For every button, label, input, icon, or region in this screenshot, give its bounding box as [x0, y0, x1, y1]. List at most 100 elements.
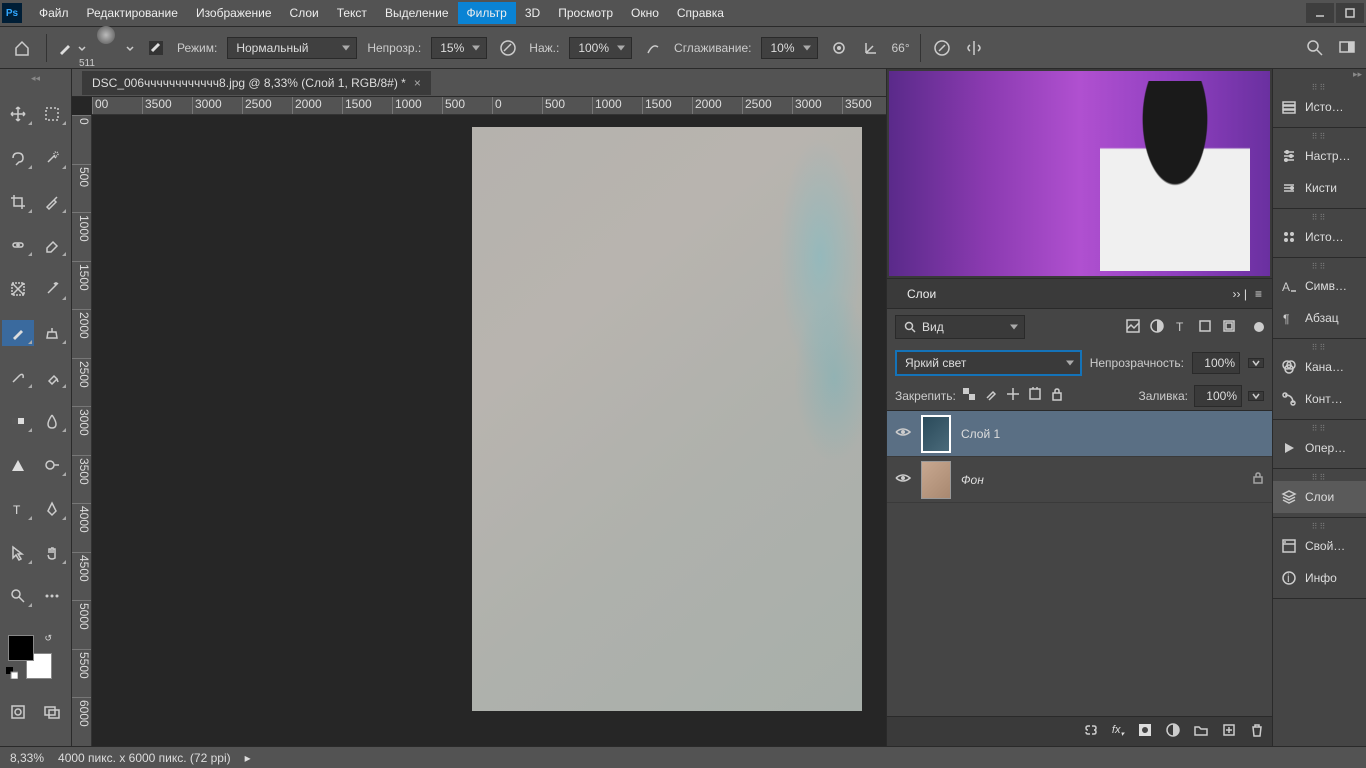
menu-window[interactable]: Окно: [622, 2, 668, 24]
brush-settings-icon[interactable]: [145, 37, 167, 59]
group-icon[interactable]: [1194, 723, 1208, 740]
layer-thumbnail[interactable]: [921, 415, 951, 453]
brush-tool[interactable]: [2, 320, 34, 346]
horizontal-ruler[interactable]: 0035003000250020001500100050005001000150…: [92, 97, 886, 115]
filter-smart-icon[interactable]: [1222, 319, 1236, 336]
filter-pixel-icon[interactable]: [1126, 319, 1140, 336]
smoothing-input[interactable]: 10%: [761, 37, 817, 59]
symmetry-icon[interactable]: [963, 37, 985, 59]
panel-actions[interactable]: Опер…: [1273, 432, 1366, 464]
document-tab[interactable]: DSC_006чччччччччччч8.jpg @ 8,33% (Слой 1…: [82, 71, 431, 95]
menu-select[interactable]: Выделение: [376, 2, 458, 24]
panel-menu-icon[interactable]: ≡: [1255, 287, 1262, 301]
swap-colors-icon[interactable]: ↺: [44, 633, 52, 644]
lasso-tool[interactable]: [2, 145, 34, 171]
filter-type-icon[interactable]: T: [1174, 319, 1188, 336]
layer-item[interactable]: Слой 1: [887, 411, 1272, 457]
panel-paths[interactable]: Конт…: [1273, 383, 1366, 415]
layer-name[interactable]: Фон: [961, 473, 984, 487]
layer-opacity-input[interactable]: 100%: [1192, 352, 1240, 374]
foreground-color[interactable]: [8, 635, 34, 661]
menu-layers[interactable]: Слои: [281, 2, 328, 24]
lock-transparent-icon[interactable]: [962, 387, 976, 404]
clone-stamp-tool[interactable]: [36, 320, 68, 346]
menu-file[interactable]: Файл: [30, 2, 78, 24]
filter-adjust-icon[interactable]: [1150, 319, 1164, 336]
panel-paragraph[interactable]: ¶Абзац: [1273, 302, 1366, 334]
magic-wand-tool[interactable]: [36, 276, 68, 302]
status-arrow-icon[interactable]: ▸: [245, 751, 251, 765]
layer-filter-select[interactable]: Вид: [895, 315, 1025, 339]
lock-pixels-icon[interactable]: [984, 387, 998, 404]
tablet-pressure-icon[interactable]: [931, 37, 953, 59]
menu-image[interactable]: Изображение: [187, 2, 281, 24]
panel-character[interactable]: AСимв…: [1273, 270, 1366, 302]
search-icon[interactable]: [1304, 37, 1326, 59]
airbrush-icon[interactable]: [642, 37, 664, 59]
quick-mask-icon[interactable]: [2, 699, 34, 725]
panel-history-2[interactable]: Исто…: [1273, 221, 1366, 253]
panel-adjustments[interactable]: Настр…: [1273, 140, 1366, 172]
dodge-tool[interactable]: [36, 452, 68, 478]
type-tool[interactable]: T: [2, 496, 34, 522]
paint-bucket-tool[interactable]: [36, 364, 68, 390]
menu-text[interactable]: Текст: [328, 2, 376, 24]
path-select-tool[interactable]: [2, 540, 34, 566]
adjustment-icon[interactable]: [1166, 723, 1180, 740]
screen-mode-tool[interactable]: [36, 699, 68, 725]
panel-properties[interactable]: Свой…: [1273, 530, 1366, 562]
lock-artboard-icon[interactable]: [1028, 387, 1042, 404]
vertical-ruler[interactable]: 0500100015002000250030003500400045005000…: [72, 115, 92, 746]
visibility-icon[interactable]: [895, 426, 911, 442]
video-preview[interactable]: [889, 71, 1270, 276]
canvas-container[interactable]: 0035003000250020001500100050005001000150…: [72, 97, 886, 746]
filter-toggle[interactable]: [1254, 322, 1264, 332]
opacity-dropdown[interactable]: [1248, 358, 1264, 368]
history-brush-tool[interactable]: [2, 364, 34, 390]
panel-collapse-icon[interactable]: ›› |: [1233, 287, 1247, 301]
filter-shape-icon[interactable]: [1198, 319, 1212, 336]
dock-expand-icon[interactable]: ▸▸: [1273, 69, 1366, 79]
brush-tool-icon[interactable]: [57, 40, 87, 56]
default-colors-icon[interactable]: [6, 667, 18, 679]
zoom-level[interactable]: 8,33%: [10, 751, 44, 765]
marquee-tool[interactable]: [36, 101, 68, 127]
flow-input[interactable]: 100%: [569, 37, 632, 59]
brush-preset-picker[interactable]: 511: [97, 26, 115, 69]
panel-channels[interactable]: Кана…: [1273, 351, 1366, 383]
fx-icon[interactable]: fx▾: [1112, 724, 1124, 738]
blend-mode-select[interactable]: Нормальный: [227, 37, 357, 59]
maximize-button[interactable]: [1336, 3, 1364, 23]
toolbox-grip[interactable]: ◂◂: [2, 73, 69, 83]
smoothing-gear-icon[interactable]: [828, 37, 850, 59]
doc-dimensions[interactable]: 4000 пикс. x 6000 пикс. (72 ppi): [58, 751, 231, 765]
menu-filter[interactable]: Фильтр: [458, 2, 516, 24]
panel-info[interactable]: iИнфо: [1273, 562, 1366, 594]
home-button[interactable]: [8, 34, 36, 62]
screen-mode-icon[interactable]: [1336, 37, 1358, 59]
zoom-tool[interactable]: [2, 583, 34, 609]
menu-view[interactable]: Просмотр: [549, 2, 622, 24]
opacity-pressure-icon[interactable]: [497, 37, 519, 59]
opacity-input[interactable]: 15%: [431, 37, 487, 59]
gradient-tool[interactable]: [2, 408, 34, 434]
menu-help[interactable]: Справка: [668, 2, 733, 24]
angle-icon[interactable]: [860, 37, 882, 59]
panel-brushes[interactable]: Кисти: [1273, 172, 1366, 204]
quick-select-tool[interactable]: [36, 145, 68, 171]
fill-input[interactable]: 100%: [1194, 385, 1242, 407]
healing-tool[interactable]: [2, 232, 34, 258]
eraser-tool[interactable]: [36, 232, 68, 258]
menu-edit[interactable]: Редактирование: [78, 2, 187, 24]
mask-icon[interactable]: [1138, 723, 1152, 740]
new-layer-icon[interactable]: [1222, 723, 1236, 740]
layer-name[interactable]: Слой 1: [961, 427, 1000, 441]
layer-thumbnail[interactable]: [921, 461, 951, 499]
hand-tool[interactable]: [36, 540, 68, 566]
triangle-tool[interactable]: [2, 452, 34, 478]
blur-tool[interactable]: [36, 408, 68, 434]
crop-tool[interactable]: [2, 189, 34, 215]
blend-mode-dropdown[interactable]: Яркий свет: [895, 350, 1082, 376]
eyedropper-tool[interactable]: [36, 189, 68, 215]
menu-3d[interactable]: 3D: [516, 2, 549, 24]
